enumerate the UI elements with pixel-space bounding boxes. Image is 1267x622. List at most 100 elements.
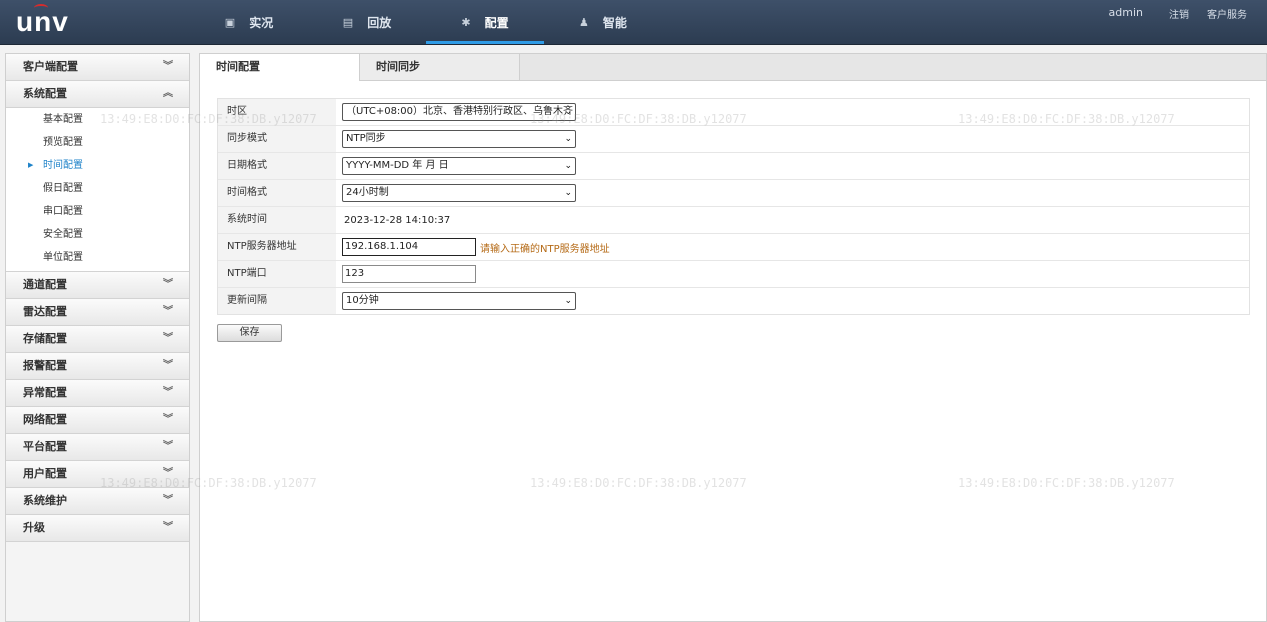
customer-service-link[interactable]: 客户服务 [1207, 6, 1247, 21]
chevron-down-icon: ⌄ [564, 107, 572, 117]
chevron-down-icon: ︾ [163, 61, 173, 72]
time-config-form: 时区 （UTC+08:00）北京、香港特别行政区、乌鲁木齐 ⌄ 同步模式 NTP… [217, 98, 1250, 315]
sidebar-group-upgrade[interactable]: 升级 ︾ [6, 515, 189, 542]
chevron-down-icon: ⌄ [564, 134, 572, 144]
content-panel: 时间配置 时间同步 时区 （UTC+08:00）北京、香港特别行政区、乌鲁木齐 … [199, 53, 1267, 622]
ntp-port-label: NTP端口 [218, 261, 336, 287]
interval-value: 10分钟 [346, 295, 379, 306]
sidebar-item-time[interactable]: 时间配置 [6, 154, 189, 177]
sidebar-group-platform[interactable]: 平台配置 ︾ [6, 434, 189, 461]
tab-bar: 时间配置 时间同步 [200, 54, 1266, 81]
nav-playback[interactable]: ▤ 回放 [308, 0, 426, 44]
sidebar-item-basic[interactable]: 基本配置 [6, 108, 189, 131]
timezone-label: 时区 [218, 99, 336, 125]
nav-config[interactable]: ✱ 配置 [426, 0, 544, 44]
sidebar-group-system[interactable]: 系统配置 ︽ [6, 81, 189, 108]
sidebar: 客户端配置 ︾ 系统配置 ︽ 基本配置 预览配置 时间配置 假日配置 串口配置 … [5, 53, 190, 622]
sidebar-group-label: 平台配置 [23, 440, 67, 453]
interval-label: 更新间隔 [218, 288, 336, 314]
sidebar-group-label: 雷达配置 [23, 305, 67, 318]
time-format-label: 时间格式 [218, 180, 336, 206]
sidebar-group-label: 升级 [23, 521, 45, 534]
logo: unv [16, 6, 69, 37]
sync-mode-label: 同步模式 [218, 126, 336, 152]
chevron-down-icon: ︾ [163, 522, 173, 533]
sidebar-group-label: 报警配置 [23, 359, 67, 372]
sidebar-group-radar[interactable]: 雷达配置 ︾ [6, 299, 189, 326]
chevron-down-icon: ︾ [163, 333, 173, 344]
sidebar-group-alarm[interactable]: 报警配置 ︾ [6, 353, 189, 380]
gear-icon: ✱ [461, 15, 471, 29]
time-format-value: 24小时制 [346, 187, 389, 198]
form-row-timezone: 时区 （UTC+08:00）北京、香港特别行政区、乌鲁木齐 ⌄ [218, 99, 1249, 126]
timezone-select[interactable]: （UTC+08:00）北京、香港特别行政区、乌鲁木齐 ⌄ [342, 103, 576, 121]
form-row-date-format: 日期格式 YYYY-MM-DD 年 月 日 ⌄ [218, 153, 1249, 180]
form-row-time-format: 时间格式 24小时制 ⌄ [218, 180, 1249, 207]
chevron-down-icon: ︾ [163, 387, 173, 398]
nav-live-label: 实况 [249, 15, 274, 30]
sidebar-group-label: 用户配置 [23, 467, 67, 480]
tab-time-config[interactable]: 时间配置 [200, 54, 360, 81]
sidebar-item-unit[interactable]: 单位配置 [6, 246, 189, 269]
chevron-down-icon: ︾ [163, 441, 173, 452]
sidebar-group-client[interactable]: 客户端配置 ︾ [6, 54, 189, 81]
form-row-ntp-server: NTP服务器地址 192.168.1.104 请输入正确的NTP服务器地址 [218, 234, 1249, 261]
interval-select[interactable]: 10分钟 ⌄ [342, 292, 576, 310]
sidebar-item-holiday[interactable]: 假日配置 [6, 177, 189, 200]
sidebar-group-label: 网络配置 [23, 413, 67, 426]
sidebar-item-security[interactable]: 安全配置 [6, 223, 189, 246]
nav-live[interactable]: ▣ 实况 [190, 0, 308, 44]
date-format-label: 日期格式 [218, 153, 336, 179]
form-row-sync-mode: 同步模式 NTP同步 ⌄ [218, 126, 1249, 153]
sidebar-group-channel[interactable]: 通道配置 ︾ [6, 272, 189, 299]
save-button[interactable]: 保存 [217, 324, 282, 342]
sidebar-group-label: 系统配置 [23, 87, 67, 100]
top-links: admin 注销 客户服务 [1109, 6, 1247, 21]
sidebar-group-maintenance[interactable]: 系统维护 ︾ [6, 488, 189, 515]
logout-link[interactable]: 注销 [1169, 6, 1189, 21]
nav-smart-label: 智能 [602, 15, 627, 30]
sidebar-group-label: 系统维护 [23, 494, 67, 507]
film-icon: ▤ [342, 15, 354, 29]
ntp-server-label: NTP服务器地址 [218, 234, 336, 260]
tab-time-sync[interactable]: 时间同步 [360, 54, 520, 80]
sidebar-group-storage[interactable]: 存储配置 ︾ [6, 326, 189, 353]
ntp-server-hint: 请输入正确的NTP服务器地址 [480, 243, 610, 255]
chevron-down-icon: ︾ [163, 495, 173, 506]
sidebar-item-preview[interactable]: 预览配置 [6, 131, 189, 154]
monitor-icon: ▣ [224, 15, 236, 29]
sync-mode-select[interactable]: NTP同步 ⌄ [342, 130, 576, 148]
ntp-port-input[interactable]: 123 [342, 265, 476, 283]
chevron-down-icon: ︾ [163, 468, 173, 479]
top-bar: unv ▣ 实况 ▤ 回放 ✱ 配置 ♟ 智能 admin 注销 客户服务 [0, 0, 1267, 45]
nav-playback-label: 回放 [367, 15, 392, 30]
person-icon: ♟ [579, 15, 589, 29]
date-format-value: YYYY-MM-DD 年 月 日 [346, 160, 449, 171]
chevron-up-icon: ︽ [163, 88, 173, 99]
sidebar-group-network[interactable]: 网络配置 ︾ [6, 407, 189, 434]
chevron-down-icon: ⌄ [564, 188, 572, 198]
sidebar-group-label: 存储配置 [23, 332, 67, 345]
form-row-interval: 更新间隔 10分钟 ⌄ [218, 288, 1249, 314]
nav-smart[interactable]: ♟ 智能 [544, 0, 662, 44]
sidebar-group-exception[interactable]: 异常配置 ︾ [6, 380, 189, 407]
chevron-down-icon: ︾ [163, 414, 173, 425]
sidebar-system-items: 基本配置 预览配置 时间配置 假日配置 串口配置 安全配置 单位配置 [6, 108, 189, 272]
sidebar-group-label: 异常配置 [23, 386, 67, 399]
timezone-value: （UTC+08:00）北京、香港特别行政区、乌鲁木齐 [346, 106, 574, 117]
date-format-select[interactable]: YYYY-MM-DD 年 月 日 ⌄ [342, 157, 576, 175]
user-name[interactable]: admin [1109, 6, 1143, 21]
chevron-down-icon: ︾ [163, 279, 173, 290]
time-format-select[interactable]: 24小时制 ⌄ [342, 184, 576, 202]
form-row-system-time: 系统时间 2023-12-28 14:10:37 [218, 207, 1249, 234]
sidebar-group-user[interactable]: 用户配置 ︾ [6, 461, 189, 488]
sidebar-group-label: 客户端配置 [23, 60, 78, 73]
sidebar-item-serial[interactable]: 串口配置 [6, 200, 189, 223]
sidebar-group-label: 通道配置 [23, 278, 67, 291]
sync-mode-value: NTP同步 [346, 133, 386, 144]
system-time-label: 系统时间 [218, 207, 336, 233]
nav-config-label: 配置 [484, 15, 509, 30]
ntp-server-input[interactable]: 192.168.1.104 [342, 238, 476, 256]
chevron-down-icon: ︾ [163, 306, 173, 317]
chevron-down-icon: ⌄ [564, 161, 572, 171]
